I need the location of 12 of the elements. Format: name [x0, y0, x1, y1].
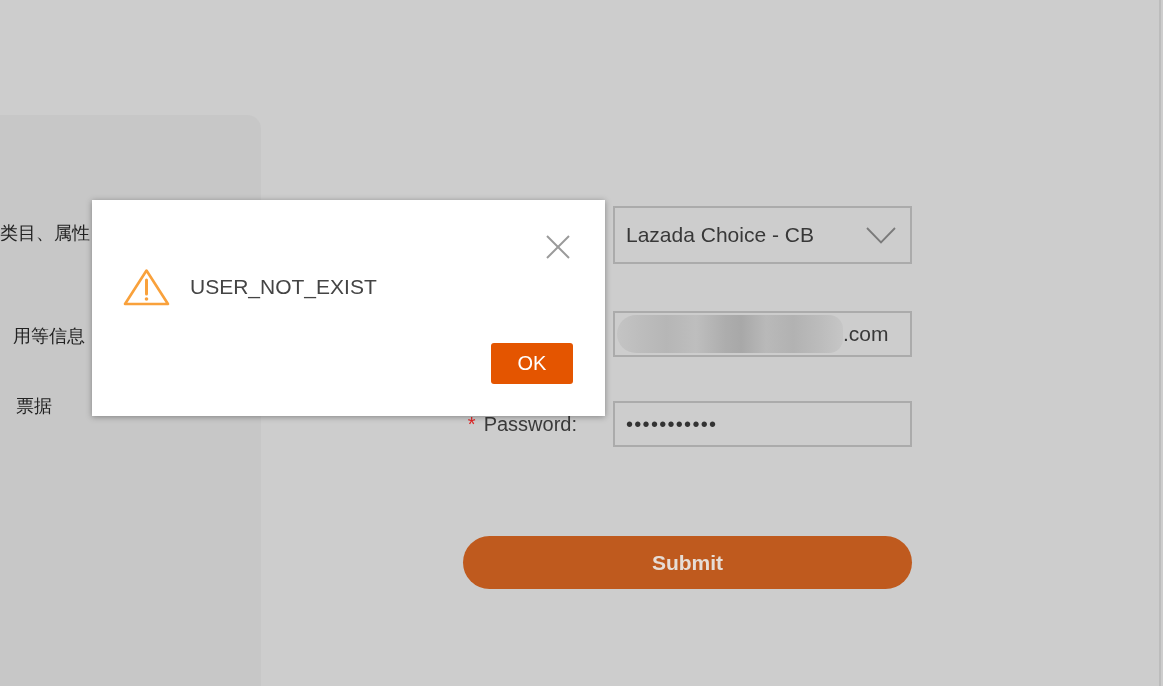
password-label: * Password: — [467, 412, 577, 436]
ok-button[interactable]: OK — [491, 343, 573, 384]
dialog-message: USER_NOT_EXIST — [190, 275, 377, 299]
warning-icon — [123, 268, 170, 306]
panel-text: 用等信息 — [13, 324, 85, 348]
panel-text: 类目、属性 — [0, 221, 90, 245]
panel-text: 票据 — [16, 394, 52, 418]
password-field[interactable]: ••••••••••• — [613, 401, 912, 447]
close-icon[interactable] — [546, 235, 570, 259]
chevron-down-icon — [866, 226, 896, 244]
store-select[interactable]: Lazada Choice - CB — [613, 206, 912, 264]
email-field[interactable]: .com — [613, 311, 912, 357]
